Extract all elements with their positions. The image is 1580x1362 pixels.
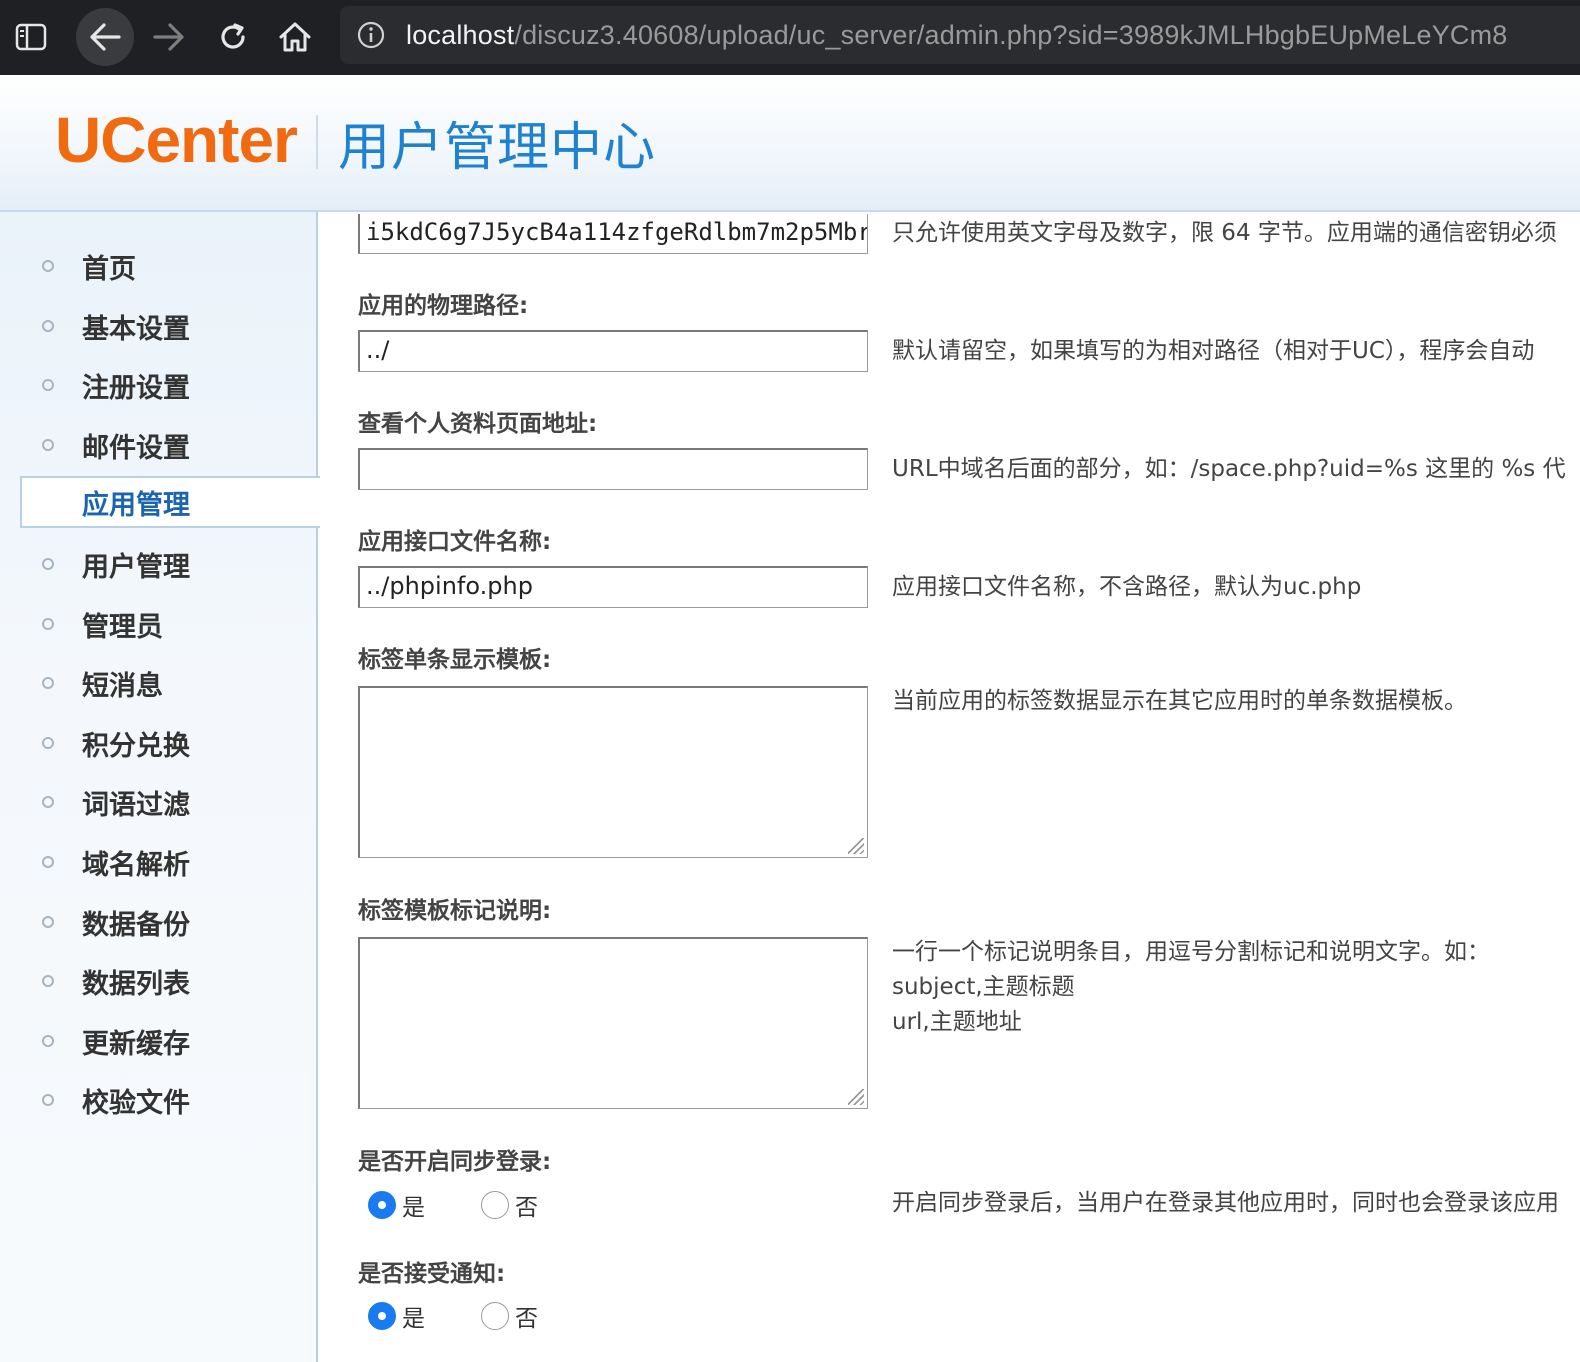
sidebar-item-label: 域名解析 (82, 849, 190, 881)
sidebar-item-credit-exchange[interactable]: 积分兑换 (0, 717, 318, 769)
page-header: UCenter 用户管理中心 (0, 75, 1580, 212)
sidebar-item-app-management[interactable]: 应用管理 (20, 476, 320, 528)
ucenter-logo: UCenter (55, 104, 298, 176)
tag-fields-help-line2: subject,主题标题 (892, 974, 1075, 1000)
sidebar-item-label: 邮件设置 (82, 432, 190, 464)
sidebar-item-update-cache[interactable]: 更新缓存 (0, 1015, 318, 1067)
profile-url-label: 查看个人资料页面地址: (358, 411, 598, 437)
sidebar-item-data-backup[interactable]: 数据备份 (0, 896, 318, 948)
bullet-icon (42, 916, 54, 928)
resize-grip-icon[interactable] (848, 1089, 864, 1105)
path-input[interactable]: ../ (358, 330, 868, 372)
sidebar-item-domain-resolve[interactable]: 域名解析 (0, 836, 318, 888)
header-divider (316, 115, 318, 169)
sidebar-item-data-list[interactable]: 数据列表 (0, 955, 318, 1007)
profile-url-help: URL中域名后面的部分，如：/space.php?uid=%s 这里的 %s 代 (892, 456, 1566, 482)
sidebar-item-label: 词语过滤 (82, 789, 190, 821)
back-arrow-icon[interactable] (76, 8, 134, 66)
sidebar-item-label: 更新缓存 (82, 1028, 190, 1060)
path-help: 默认请留空，如果填写的为相对路径（相对于UC），程序会自动 (892, 338, 1535, 364)
bullet-icon (42, 677, 54, 689)
bullet-icon (42, 1035, 54, 1047)
sync-login-no-label[interactable]: 否 (515, 1188, 538, 1222)
resize-grip-icon[interactable] (848, 838, 864, 854)
sidebar-toggle-icon[interactable] (2, 8, 60, 66)
tag-fields-label: 标签模板标记说明: (358, 898, 552, 924)
sync-login-help: 开启同步登录后，当用户在登录其他应用时，同时也会登录该应用 (892, 1190, 1559, 1216)
sidebar-item-label: 校验文件 (82, 1087, 190, 1119)
sidebar-item-label: 应用管理 (82, 489, 190, 521)
api-filename-input[interactable]: ../phpinfo.php (358, 566, 868, 608)
sidebar-item-label: 基本设置 (82, 313, 190, 345)
sidebar-item-label: 管理员 (82, 611, 163, 643)
app-edit-form: i5kdC6g7J5ycB4a114zfgeRdlbm7m2p5Mbr 只允许使… (320, 214, 1580, 1362)
tag-template-label: 标签单条显示模板: (358, 647, 552, 673)
sidebar-item-basic-settings[interactable]: 基本设置 (0, 300, 318, 352)
tag-template-help: 当前应用的标签数据显示在其它应用时的单条数据模板。 (892, 688, 1467, 714)
sidebar-item-label: 积分兑换 (82, 730, 190, 762)
bullet-icon (42, 320, 54, 332)
sidebar-item-mail-settings[interactable]: 邮件设置 (0, 419, 318, 471)
sidebar-item-user-management[interactable]: 用户管理 (0, 538, 318, 590)
bullet-icon (42, 618, 54, 630)
profile-url-input[interactable] (358, 448, 868, 490)
bullet-icon (42, 379, 54, 391)
sidebar-item-register-settings[interactable]: 注册设置 (0, 359, 318, 411)
reload-icon[interactable] (204, 8, 262, 66)
sidebar-item-admins[interactable]: 管理员 (0, 598, 318, 650)
authkey-help: 只允许使用英文字母及数字，限 64 字节。应用端的通信密钥必须 (892, 220, 1557, 246)
api-filename-help: 应用接口文件名称，不含路径，默认为uc.php (892, 574, 1362, 600)
browser-toolbar: localhost/discuz3.40608/upload/uc_server… (0, 0, 1580, 75)
sync-login-label: 是否开启同步登录: (358, 1149, 552, 1175)
page-title: 用户管理中心 (338, 118, 657, 178)
bullet-icon (42, 856, 54, 868)
url-text: localhost/discuz3.40608/upload/uc_server… (406, 20, 1508, 51)
sidebar-item-label: 数据列表 (82, 968, 190, 1000)
bullet-icon (42, 975, 54, 987)
receive-notify-no-radio[interactable] (481, 1302, 509, 1330)
info-icon[interactable] (356, 20, 386, 50)
receive-notify-no-label[interactable]: 否 (515, 1299, 538, 1333)
sidebar-item-label: 注册设置 (82, 372, 190, 404)
sidebar-item-label: 首页 (82, 253, 136, 285)
tag-fields-help-line3: url,主题地址 (892, 1009, 1022, 1035)
sidebar-item-verify-files[interactable]: 校验文件 (0, 1074, 318, 1126)
bullet-icon (42, 558, 54, 570)
receive-notify-label: 是否接受通知: (358, 1261, 506, 1287)
sidebar-item-word-filter[interactable]: 词语过滤 (0, 776, 318, 828)
address-bar[interactable]: localhost/discuz3.40608/upload/uc_server… (340, 6, 1580, 64)
home-icon[interactable] (266, 8, 324, 66)
forward-arrow-icon[interactable] (140, 8, 198, 66)
api-filename-label: 应用接口文件名称: (358, 529, 552, 555)
tag-template-textarea[interactable] (358, 686, 868, 858)
sidebar-item-label: 短消息 (82, 670, 163, 702)
receive-notify-yes-label[interactable]: 是 (402, 1299, 425, 1333)
url-path: /discuz3.40608/upload/uc_server/admin.ph… (514, 19, 1508, 50)
bullet-icon (42, 737, 54, 749)
sync-login-yes-label[interactable]: 是 (402, 1188, 425, 1222)
bullet-icon (42, 796, 54, 808)
sidebar-item-home[interactable]: 首页 (0, 240, 318, 292)
bullet-icon (42, 260, 54, 272)
authkey-input[interactable]: i5kdC6g7J5ycB4a114zfgeRdlbm7m2p5Mbr (358, 214, 868, 254)
receive-notify-yes-radio[interactable] (368, 1302, 396, 1330)
sidebar-item-messages[interactable]: 短消息 (0, 657, 318, 709)
sidebar: 首页 基本设置 注册设置 邮件设置 应用管理 用户管理 管理员 短消息 积分兑换… (0, 212, 320, 1362)
sidebar-item-label: 用户管理 (82, 551, 190, 583)
tag-fields-textarea[interactable] (358, 937, 868, 1109)
path-label: 应用的物理路径: (358, 293, 529, 319)
sync-login-no-radio[interactable] (481, 1191, 509, 1219)
tag-fields-help-line1: 一行一个标记说明条目，用逗号分割标记和说明文字。如： (892, 939, 1490, 965)
bullet-icon (42, 439, 54, 451)
sync-login-yes-radio[interactable] (368, 1191, 396, 1219)
url-host: localhost (406, 19, 515, 50)
bullet-icon (42, 1094, 54, 1106)
sidebar-item-label: 数据备份 (82, 909, 190, 941)
